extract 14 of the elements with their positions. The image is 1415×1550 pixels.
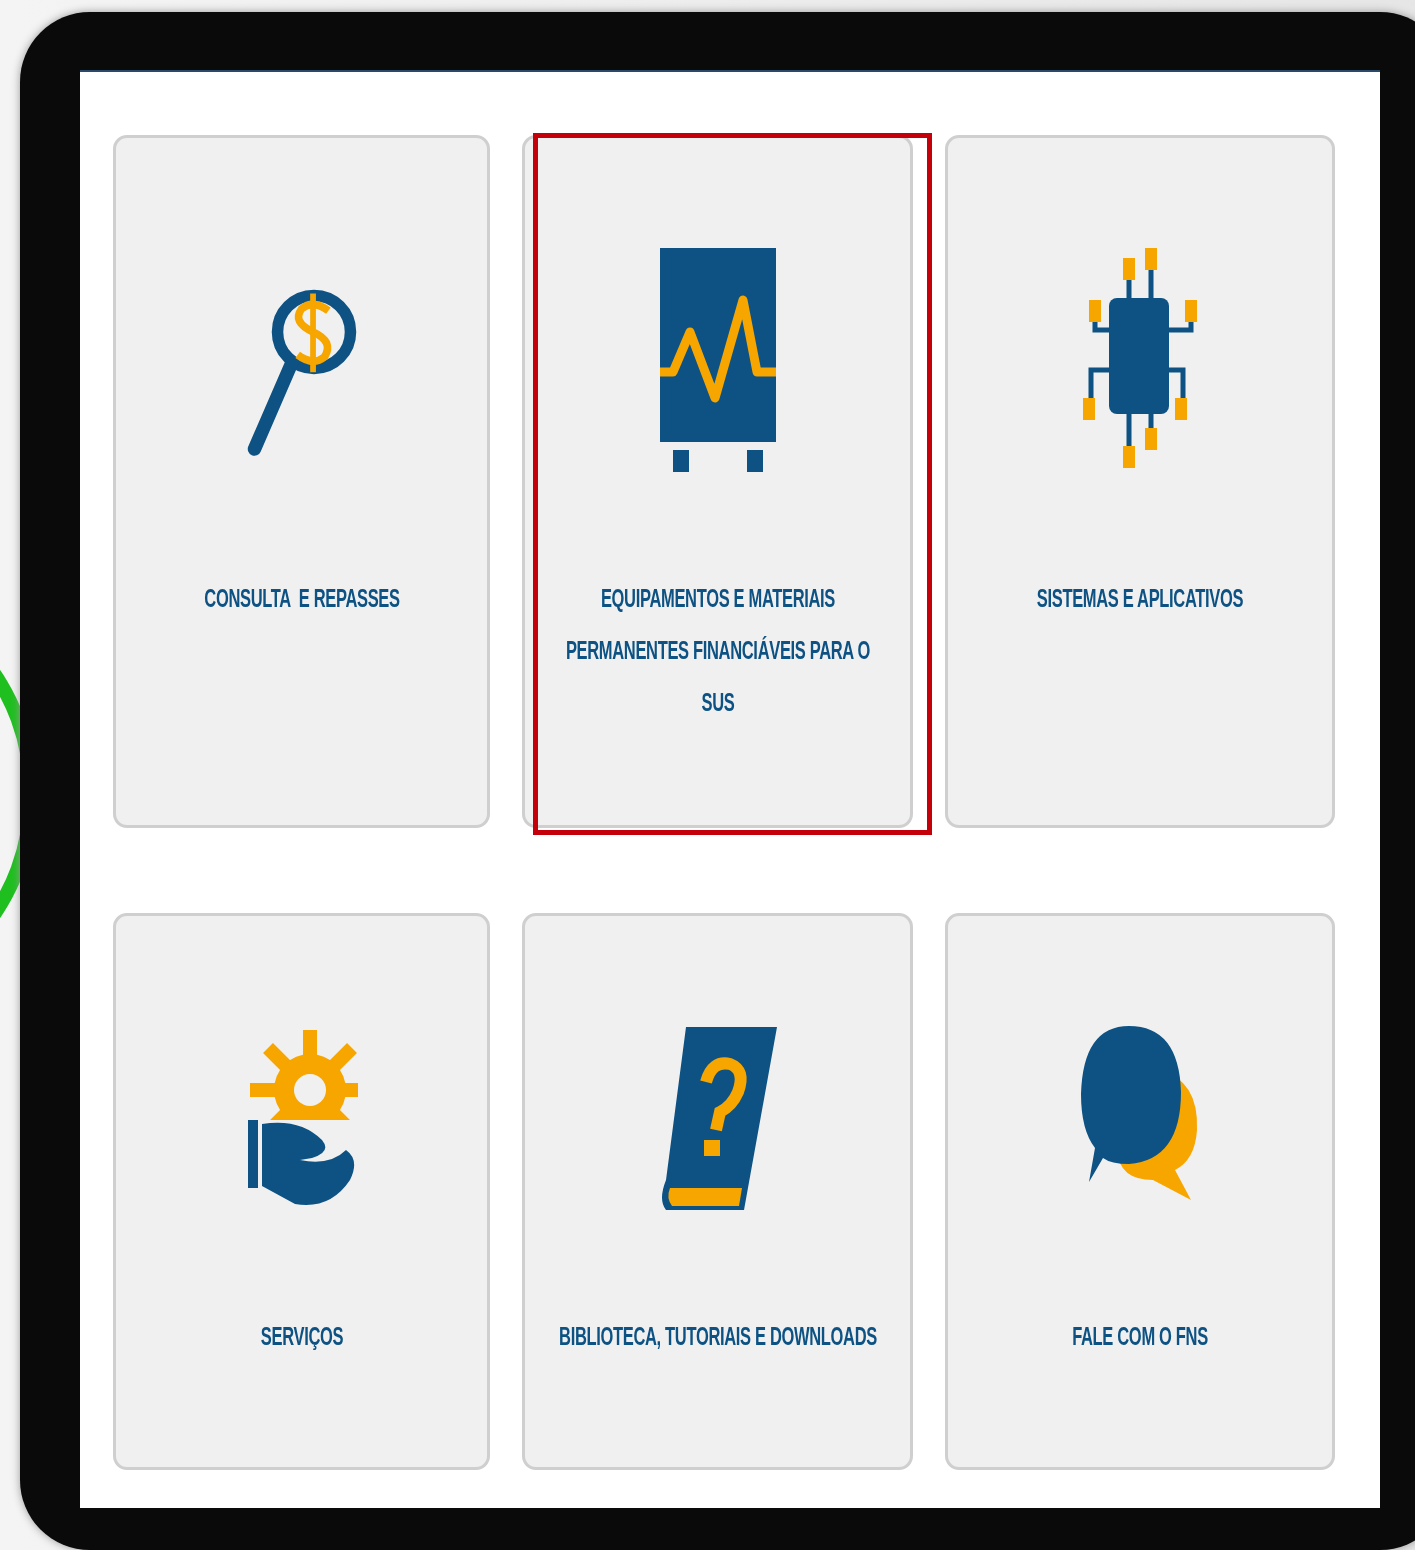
menu-card[interactable]: SERVIÇOS xyxy=(113,913,490,1470)
monitor-cart-icon xyxy=(658,246,777,472)
card-label: EQUIPAMENTOS E MATERIAIS PERMANENTES FINANCIÁVEIS PARA O SUS xyxy=(564,583,871,718)
menu-card[interactable]: FALE COM O FNS xyxy=(945,913,1335,1470)
menu-card[interactable]: EQUIPAMENTOS E MATERIAIS PERMANENTES FINANCIÁVEIS PARA O SUS xyxy=(522,135,913,828)
menu-card[interactable]: CONSULTA E REPASSES xyxy=(113,135,490,828)
card-label: FALE COM O FNS xyxy=(1071,1321,1209,1352)
menu-card[interactable]: BIBLIOTECA, TUTORIAIS E DOWNLOADS xyxy=(522,913,913,1470)
card-label: BIBLIOTECA, TUTORIAIS E DOWNLOADS xyxy=(557,1321,878,1352)
menu-card[interactable]: SISTEMAS E APLICATIVOS xyxy=(945,135,1335,828)
card-label: SERVIÇOS xyxy=(259,1321,344,1352)
card-label: CONSULTA E REPASSES xyxy=(202,583,401,614)
card-label: SISTEMAS E APLICATIVOS xyxy=(1035,583,1245,614)
speech-bubbles-icon xyxy=(1081,1024,1199,1200)
